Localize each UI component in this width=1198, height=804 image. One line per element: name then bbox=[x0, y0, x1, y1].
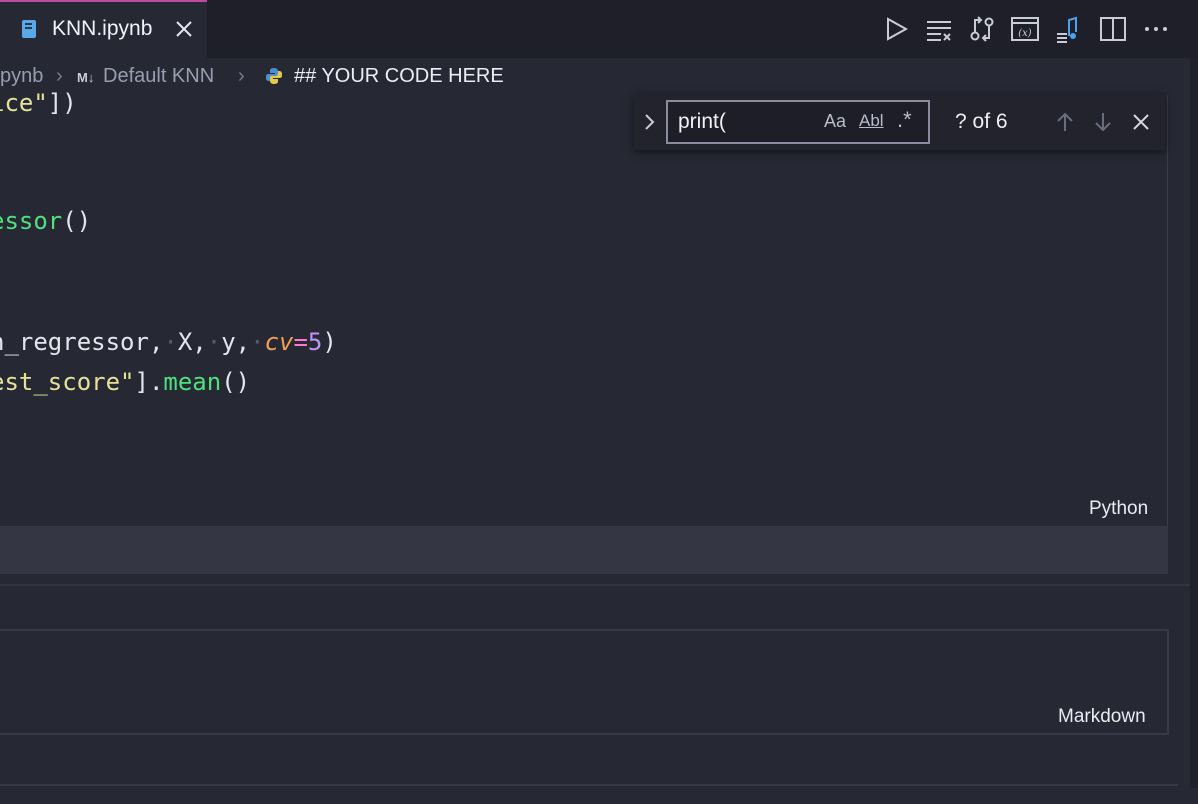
close-icon[interactable] bbox=[174, 19, 194, 39]
split-editor-icon[interactable] bbox=[1098, 14, 1128, 44]
code-line[interactable]: essor() bbox=[0, 207, 91, 235]
find-widget: Aa Abl .* ? of 6 bbox=[634, 94, 1165, 150]
code-token: ]. bbox=[134, 368, 164, 396]
regex-toggle[interactable]: .* bbox=[897, 107, 912, 133]
whitespace-marker: · bbox=[250, 328, 265, 356]
code-token: ) bbox=[322, 328, 337, 356]
code-token: ice" bbox=[0, 89, 48, 117]
code-token: () bbox=[221, 368, 251, 396]
tab-knn-notebook[interactable]: KNN.ipynb bbox=[0, 0, 207, 58]
run-all-icon[interactable] bbox=[881, 14, 911, 44]
next-match-icon[interactable] bbox=[1091, 110, 1115, 134]
whole-word-toggle[interactable]: Abl bbox=[859, 111, 884, 131]
code-cell[interactable]: ice"]) essor() n_regressor,·X,·y,·cv=5) … bbox=[0, 89, 1168, 526]
breadcrumb-current-cell[interactable]: ## YOUR CODE HERE bbox=[294, 65, 504, 88]
python-icon bbox=[265, 67, 283, 85]
code-line[interactable]: est_score"].mean() bbox=[0, 368, 250, 396]
match-count: ? of 6 bbox=[955, 110, 1008, 133]
previous-match-icon[interactable] bbox=[1053, 110, 1077, 134]
code-token: essor bbox=[0, 207, 63, 235]
whitespace-marker: · bbox=[206, 328, 222, 356]
breadcrumb-section[interactable]: Default KNN bbox=[103, 65, 214, 88]
toggle-replace-icon[interactable] bbox=[642, 110, 658, 134]
cell-divider bbox=[0, 584, 1198, 586]
chevron-right-icon: › bbox=[56, 65, 63, 87]
code-token: = bbox=[293, 328, 308, 356]
tab-title: KNN.ipynb bbox=[52, 17, 153, 40]
code-token: 5 bbox=[307, 328, 323, 356]
editor-tab-bar: KNN.ipynb (x) bbox=[0, 0, 1198, 58]
code-token: est_score" bbox=[0, 368, 135, 396]
code-token: n_regressor, bbox=[0, 328, 164, 356]
code-token: mean bbox=[163, 368, 222, 396]
code-token: () bbox=[62, 207, 92, 235]
markdown-cell[interactable]: Markdown bbox=[0, 629, 1169, 735]
outline-icon[interactable] bbox=[1054, 14, 1084, 44]
next-cell[interactable] bbox=[0, 784, 1178, 804]
find-input[interactable] bbox=[666, 100, 930, 144]
code-line[interactable]: ice"]) bbox=[0, 89, 77, 117]
match-case-toggle[interactable]: Aa bbox=[824, 111, 846, 132]
cell-language-label[interactable]: Python bbox=[1089, 498, 1148, 520]
chevron-right-icon: › bbox=[238, 65, 245, 87]
breadcrumb: pynb › M↓ Default KNN › ## YOUR CODE HER… bbox=[0, 58, 1198, 95]
markdown-icon: M↓ bbox=[77, 70, 95, 85]
cell-language-label[interactable]: Markdown bbox=[1058, 706, 1146, 728]
notebook-icon bbox=[22, 20, 36, 38]
code-token: y, bbox=[221, 328, 251, 356]
svg-text:(x): (x) bbox=[1018, 28, 1032, 39]
compare-icon[interactable] bbox=[967, 14, 997, 44]
code-token: X, bbox=[177, 328, 207, 356]
whitespace-marker: · bbox=[163, 328, 178, 356]
variables-icon[interactable]: (x) bbox=[1010, 14, 1040, 44]
breadcrumb-file[interactable]: pynb bbox=[0, 65, 43, 88]
close-icon[interactable] bbox=[1129, 110, 1153, 134]
clear-outputs-icon[interactable] bbox=[924, 14, 954, 44]
code-token: ]) bbox=[47, 89, 77, 117]
scrollbar[interactable] bbox=[1190, 58, 1198, 788]
more-actions-icon[interactable] bbox=[1141, 14, 1171, 44]
code-line[interactable]: n_regressor,·X,·y,·cv=5) bbox=[0, 328, 337, 356]
cell-status-bar bbox=[0, 526, 1168, 574]
code-token: cv bbox=[264, 328, 294, 356]
